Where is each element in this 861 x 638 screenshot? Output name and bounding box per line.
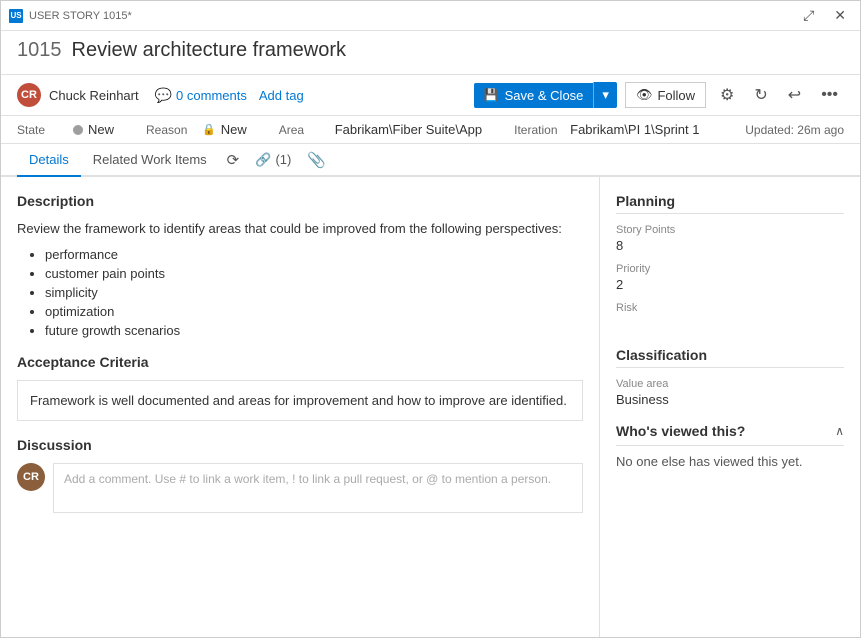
priority-value: 2: [616, 277, 844, 292]
work-item-window: US USER STORY 1015* ⤢ ✕ 1015 Review arch…: [0, 0, 861, 638]
list-item: performance: [45, 247, 583, 262]
comments-count: 0 comments: [176, 88, 247, 103]
bullet-list: performance customer pain points simplic…: [17, 247, 583, 338]
tab-details[interactable]: Details: [17, 144, 81, 177]
whos-viewed-header: Who's viewed this? ∧: [616, 423, 844, 446]
more-options-button[interactable]: •••: [815, 82, 844, 108]
comments-button[interactable]: 💬 0 comments: [155, 87, 247, 104]
description-title: Description: [17, 193, 583, 209]
save-close-label: Save & Close: [505, 88, 584, 103]
tab-related-label: Related Work Items: [93, 152, 207, 167]
iteration-item: Iteration Fabrikam\PI 1\Sprint 1: [514, 122, 699, 137]
link-icon: 🔗: [255, 152, 271, 168]
refresh-button[interactable]: ↻: [748, 81, 773, 109]
area-value: Fabrikam\Fiber Suite\App: [335, 122, 482, 137]
save-icon: 💾: [484, 88, 499, 102]
follow-label: Follow: [657, 88, 695, 103]
priority-label: Priority: [616, 263, 844, 275]
close-button[interactable]: ✕: [828, 5, 852, 26]
story-points-label: Story Points: [616, 224, 844, 236]
avatar: CR: [17, 83, 41, 107]
value-area-value: Business: [616, 392, 844, 407]
title-bar-controls: ⤢ ✕: [797, 5, 852, 26]
links-button[interactable]: 🔗 (1): [247, 146, 299, 174]
area-item: Area Fabrikam\Fiber Suite\App: [279, 122, 482, 137]
comment-icon: 💬: [155, 87, 172, 104]
left-panel: Description Review the framework to iden…: [1, 177, 600, 637]
no-views-text: No one else has viewed this yet.: [616, 454, 844, 469]
iteration-value: Fabrikam\PI 1\Sprint 1: [570, 122, 699, 137]
list-item: optimization: [45, 304, 583, 319]
state-dot: [73, 125, 83, 135]
save-close-button[interactable]: 💾 Save & Close: [474, 83, 594, 108]
list-item: customer pain points: [45, 266, 583, 281]
state-item: State New: [17, 122, 114, 137]
state-text: New: [88, 122, 114, 137]
acceptance-criteria-title: Acceptance Criteria: [17, 354, 583, 370]
reason-text: New: [221, 122, 247, 137]
expand-button[interactable]: ⤢: [797, 5, 820, 26]
comment-input-area: CR Add a comment. Use # to link a work i…: [17, 463, 583, 513]
link-count: (1): [275, 152, 291, 167]
lock-icon: 🔒: [202, 123, 216, 136]
whos-viewed-section: Who's viewed this? ∧ No one else has vie…: [616, 423, 844, 469]
comment-avatar: CR: [17, 463, 45, 491]
history-icon: ⟳: [227, 152, 240, 169]
risk-value: [616, 316, 844, 331]
state-label: State: [17, 123, 67, 137]
classification-title: Classification: [616, 347, 844, 368]
planning-title: Planning: [616, 193, 844, 214]
description-text: Review the framework to identify areas t…: [17, 219, 583, 239]
list-item: simplicity: [45, 285, 583, 300]
work-item-number: 1015: [17, 39, 62, 62]
reason-label: Reason: [146, 123, 196, 137]
toolbar: CR Chuck Reinhart 💬 0 comments Add tag 💾…: [1, 75, 860, 116]
risk-label: Risk: [616, 302, 844, 314]
tabs-bar: Details Related Work Items ⟳ 🔗 (1) 📎: [1, 144, 860, 177]
updated-text: Updated: 26m ago: [745, 123, 844, 137]
title-bar-label: USER STORY 1015*: [29, 10, 132, 22]
whos-viewed-title: Who's viewed this?: [616, 423, 745, 439]
undo-button[interactable]: ↩: [782, 81, 807, 109]
eye-icon: 👁: [636, 87, 653, 103]
story-points-value: 8: [616, 238, 844, 253]
reason-value: 🔒 New: [202, 122, 247, 137]
work-item-header: 1015 Review architecture framework: [1, 31, 860, 75]
tab-related-work-items[interactable]: Related Work Items: [81, 144, 219, 177]
meta-row: State New Reason 🔒 New Area Fabrikam\Fib…: [1, 116, 860, 144]
work-item-name: Review architecture framework: [72, 39, 347, 62]
history-button[interactable]: ⟳: [219, 145, 248, 175]
author-name: Chuck Reinhart: [49, 88, 139, 103]
discussion-section: Discussion CR Add a comment. Use # to li…: [17, 437, 583, 513]
add-tag-button[interactable]: Add tag: [259, 88, 304, 103]
classification-section: Classification Value area Business: [616, 347, 844, 407]
chevron-up-icon[interactable]: ∧: [835, 424, 844, 438]
state-value: New: [73, 122, 114, 137]
reason-item: Reason 🔒 New: [146, 122, 247, 137]
work-item-type-icon: US: [9, 9, 23, 23]
comment-input[interactable]: Add a comment. Use # to link a work item…: [53, 463, 583, 513]
right-panel: Planning Story Points 8 Priority 2 Risk …: [600, 177, 860, 637]
title-bar: US USER STORY 1015* ⤢ ✕: [1, 1, 860, 31]
attach-icon: 📎: [307, 152, 326, 169]
acceptance-text: Framework is well documented and areas f…: [17, 380, 583, 422]
save-close-group: 💾 Save & Close ▾: [474, 82, 617, 108]
work-item-title-row: 1015 Review architecture framework: [17, 39, 844, 62]
area-label: Area: [279, 123, 329, 137]
discussion-title: Discussion: [17, 437, 583, 453]
title-bar-left: US USER STORY 1015*: [9, 9, 132, 23]
settings-button[interactable]: ⚙: [714, 81, 740, 109]
list-item: future growth scenarios: [45, 323, 583, 338]
follow-button[interactable]: 👁 Follow: [625, 82, 706, 108]
save-close-dropdown[interactable]: ▾: [593, 82, 617, 108]
tab-details-label: Details: [29, 152, 69, 167]
content-area: Description Review the framework to iden…: [1, 177, 860, 637]
attachments-button[interactable]: 📎: [299, 145, 334, 175]
chevron-down-icon: ▾: [602, 87, 609, 103]
value-area-label: Value area: [616, 378, 844, 390]
iteration-label: Iteration: [514, 123, 564, 137]
